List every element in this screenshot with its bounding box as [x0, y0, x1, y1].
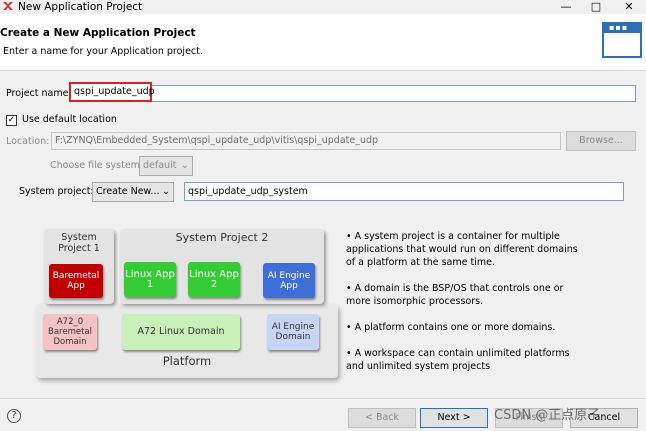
- project-name-input[interactable]: [70, 85, 636, 102]
- baremetal-app-tile: Baremetal App: [49, 264, 103, 298]
- chevron-down-icon: ⌄: [181, 160, 189, 171]
- page-title: Create a New Application Project: [0, 27, 196, 39]
- use-default-location-checkbox[interactable]: ✓: [6, 115, 17, 126]
- close-button[interactable]: ✕: [614, 0, 644, 14]
- linux-app-2-tile: Linux App 2: [188, 262, 240, 297]
- info-bullet-platform: • A platform contains one or more domain…: [346, 322, 556, 333]
- linux-app-1-tile: Linux App 1: [124, 262, 176, 297]
- minimize-button[interactable]: —: [551, 0, 581, 14]
- next-button[interactable]: Next >: [420, 408, 488, 428]
- page-subtitle: Enter a name for your Application projec…: [3, 46, 203, 57]
- system-project-name-input[interactable]: qspi_update_udp_system: [184, 182, 624, 201]
- browse-button[interactable]: Browse...: [566, 131, 636, 151]
- footer-divider: [0, 398, 646, 399]
- platform-label: Platform: [162, 354, 212, 368]
- project-name-value: qspi_update_udp: [74, 86, 155, 97]
- ai-engine-app-tile: AI Engine App: [263, 263, 315, 298]
- baremetal-domain-tile: A72_0 Baremetal Domain: [43, 314, 97, 350]
- info-bullet-system-project: • A system project is a container for mu…: [346, 231, 578, 268]
- back-button[interactable]: < Back: [348, 408, 416, 428]
- help-icon[interactable]: ?: [7, 409, 21, 423]
- ai-engine-domain-tile: AI Engine Domain: [267, 314, 319, 350]
- system-project-1-label: System Project 1: [58, 232, 100, 254]
- chevron-down-icon: ⌄: [162, 186, 170, 197]
- location-label: Location:: [6, 136, 50, 147]
- location-input[interactable]: F:\ZYNQ\Embedded_System\qspi_update_udp\…: [51, 132, 561, 150]
- wizard-banner-icon: ▪▪▪: [602, 22, 642, 58]
- maximize-button[interactable]: □: [581, 0, 611, 14]
- file-system-select[interactable]: default ⌄: [139, 156, 193, 176]
- system-project-label: System project:: [19, 186, 94, 197]
- file-system-label: Choose file system:: [50, 160, 144, 171]
- system-project-select-value: Create New...: [96, 186, 160, 197]
- linux-domain-tile: A72 Linux Domain: [122, 314, 240, 350]
- info-bullet-domain: • A domain is the BSP/OS that controls o…: [346, 283, 564, 307]
- watermark: CSDN @正点原子: [494, 408, 601, 423]
- project-name-label: Project name:: [6, 88, 72, 99]
- file-system-value: default: [143, 160, 177, 171]
- wizard-header: Create a New Application Project Enter a…: [0, 14, 646, 71]
- window-title: New Application Project: [18, 1, 143, 13]
- use-default-location-label: Use default location: [22, 114, 117, 125]
- project-name-highlight: qspi_update_udp: [69, 82, 155, 102]
- title-bar: New Application Project — □ ✕: [0, 0, 646, 14]
- app-logo-icon: [3, 2, 13, 10]
- system-project-2-label: System Project 2: [175, 231, 269, 244]
- system-project-select[interactable]: Create New... ⌄: [92, 182, 174, 202]
- info-bullet-workspace: • A workspace can contain unlimited plat…: [346, 348, 570, 372]
